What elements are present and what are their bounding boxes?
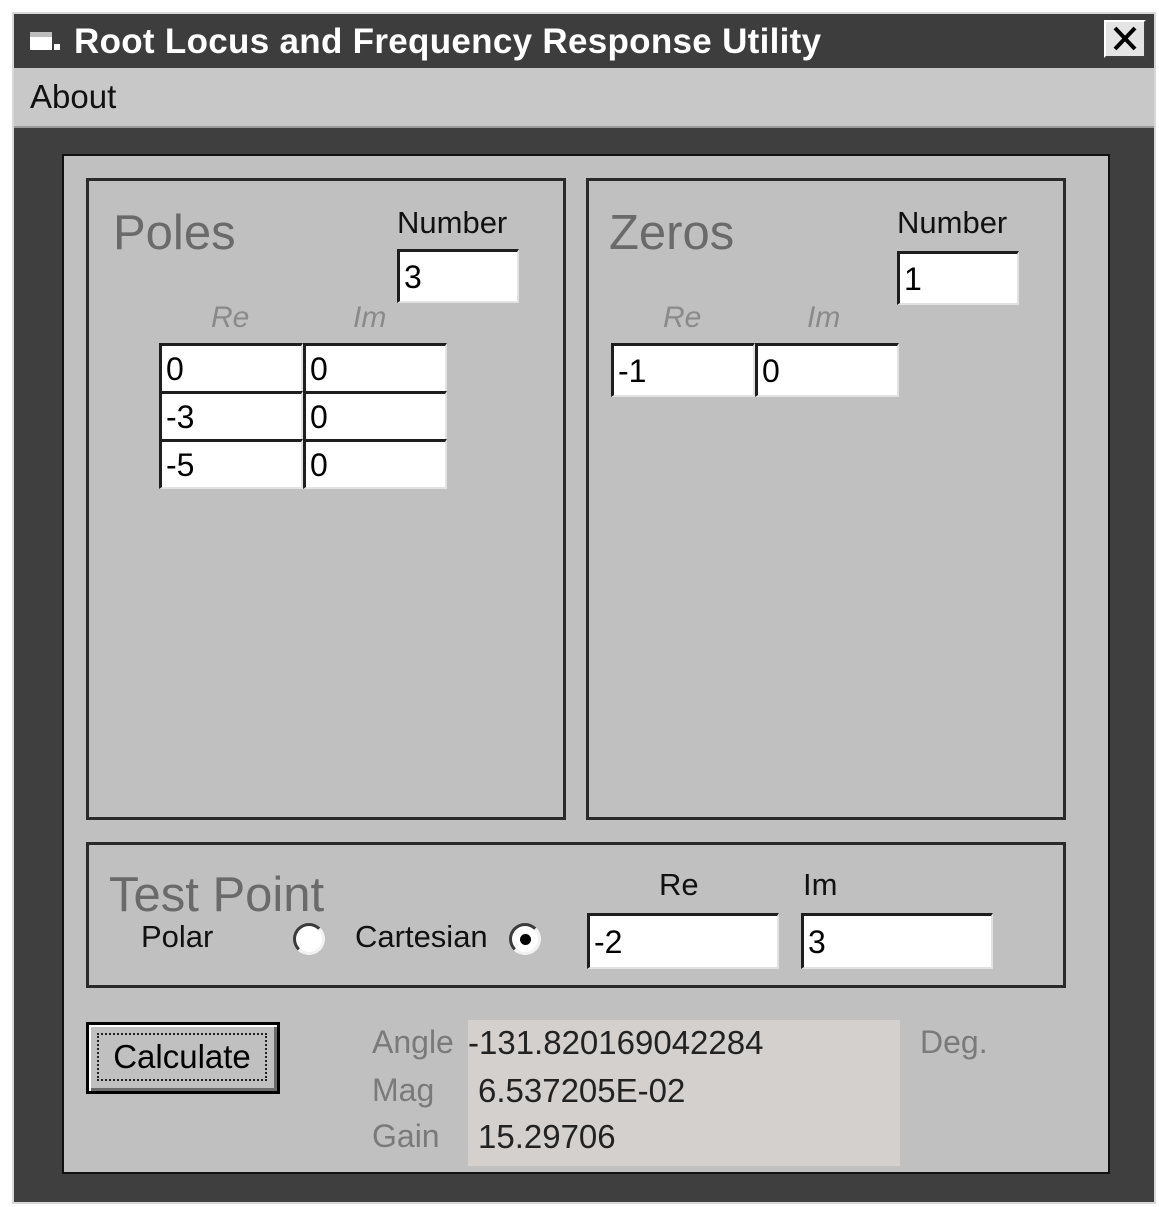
zero-1-re-input[interactable] bbox=[611, 343, 755, 397]
cartesian-radio[interactable] bbox=[509, 923, 541, 955]
pole-2-im-input[interactable] bbox=[303, 391, 447, 441]
polar-label: Polar bbox=[141, 919, 214, 954]
app-window-icon bbox=[30, 32, 60, 50]
test-point-re-input[interactable] bbox=[587, 913, 779, 969]
test-point-group: Test Point Polar Cartesian Re Im bbox=[86, 842, 1066, 988]
poles-im-label: Im bbox=[353, 301, 387, 334]
main-panel: Poles Number Re Im Zeros Number Re Im Te… bbox=[62, 154, 1110, 1174]
polar-radio[interactable] bbox=[293, 923, 325, 955]
mag-label: Mag bbox=[372, 1072, 435, 1108]
poles-re-label: Re bbox=[211, 301, 250, 334]
poles-title: Poles bbox=[113, 206, 236, 260]
zeros-number-input[interactable] bbox=[897, 251, 1019, 305]
angle-value: -131.820169042284 bbox=[468, 1024, 764, 1061]
test-point-title: Test Point bbox=[109, 868, 325, 922]
poles-number-input[interactable] bbox=[397, 249, 519, 303]
close-x-icon bbox=[1113, 26, 1137, 51]
menu-item-about[interactable]: About bbox=[30, 78, 116, 116]
pole-3-im-input[interactable] bbox=[303, 439, 447, 489]
gain-value: 15.29706 bbox=[478, 1118, 616, 1155]
angle-unit-label: Deg. bbox=[920, 1024, 988, 1060]
zeros-im-label: Im bbox=[807, 301, 841, 334]
poles-group: Poles Number Re Im bbox=[86, 178, 566, 820]
title-bar[interactable]: Root Locus and Frequency Response Utilit… bbox=[14, 14, 1154, 68]
zero-1-im-input[interactable] bbox=[755, 343, 899, 397]
test-point-im-label: Im bbox=[803, 867, 838, 902]
results-panel: -131.820169042284 6.537205E-02 15.29706 bbox=[468, 1020, 900, 1166]
poles-number-label: Number bbox=[397, 205, 508, 240]
pole-1-re-input[interactable] bbox=[159, 343, 303, 393]
cartesian-radio-selected-dot bbox=[520, 934, 531, 945]
app-window: Root Locus and Frequency Response Utilit… bbox=[12, 12, 1156, 1204]
zeros-number-label: Number bbox=[897, 205, 1008, 240]
pole-1-im-input[interactable] bbox=[303, 343, 447, 393]
cartesian-label: Cartesian bbox=[355, 919, 488, 954]
zeros-group: Zeros Number Re Im bbox=[586, 178, 1066, 820]
gain-label: Gain bbox=[372, 1118, 440, 1154]
test-point-im-input[interactable] bbox=[801, 913, 993, 969]
angle-label: Angle bbox=[372, 1024, 454, 1060]
test-point-re-label: Re bbox=[659, 867, 699, 902]
window-title: Root Locus and Frequency Response Utilit… bbox=[74, 22, 822, 61]
mag-value: 6.537205E-02 bbox=[478, 1072, 686, 1109]
calculate-button-label: Calculate bbox=[97, 1033, 267, 1081]
pole-2-re-input[interactable] bbox=[159, 391, 303, 441]
close-button[interactable] bbox=[1104, 20, 1146, 58]
menu-bar: About bbox=[14, 68, 1154, 128]
pole-3-re-input[interactable] bbox=[159, 439, 303, 489]
zeros-re-label: Re bbox=[663, 301, 702, 334]
calculate-button[interactable]: Calculate bbox=[86, 1022, 280, 1094]
zeros-title: Zeros bbox=[609, 206, 735, 260]
